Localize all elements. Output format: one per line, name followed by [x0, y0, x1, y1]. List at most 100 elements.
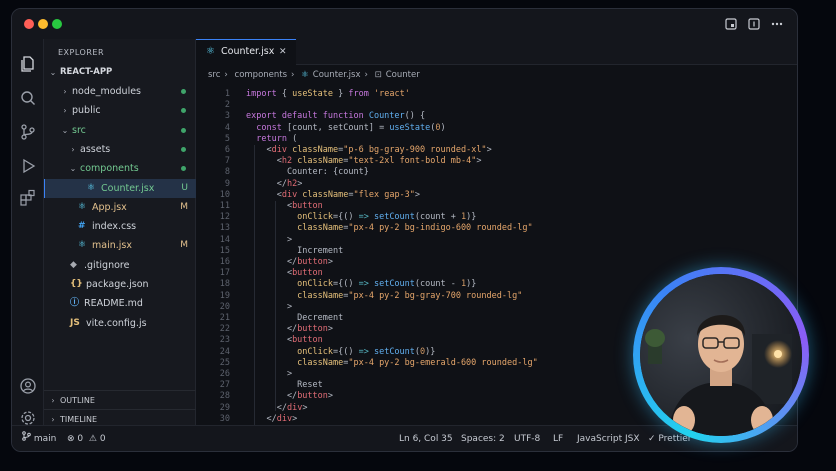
line-number: 22 — [219, 324, 230, 335]
line-number: 6 — [224, 145, 230, 155]
line-number: 16 — [219, 257, 230, 267]
layout-icon[interactable] — [724, 17, 738, 31]
tree-item-label: package.json — [86, 279, 149, 290]
tree-item-public[interactable]: › public — [44, 101, 196, 120]
code-line: 1 import { useState } from 'react' — [196, 89, 797, 100]
line-content: <button — [246, 201, 323, 211]
line-content: <div className="p-6 bg-gray-900 rounded-… — [246, 145, 492, 155]
line-content: </div> — [246, 402, 308, 413]
line-content: > — [246, 301, 293, 312]
javascript-icon: JS — [70, 317, 80, 328]
tree-item-label: public — [72, 105, 101, 117]
code-line: 2 — [196, 100, 797, 111]
tree-item-package-json[interactable]: {} package.json — [44, 275, 196, 294]
panel-icon[interactable] — [747, 17, 761, 31]
extensions-icon[interactable] — [19, 189, 37, 207]
line-content: const [count, setCount] = useState(0) — [256, 122, 446, 133]
source-control-icon[interactable] — [19, 123, 37, 141]
tree-item-index-css[interactable]: # index.css — [44, 217, 196, 236]
code-line: 4 const [count, setCount] = useState(0) — [196, 122, 797, 134]
tree-item-app-jsx[interactable]: ⚛ App.jsx M — [44, 198, 196, 217]
tree-item-label: README.md — [84, 298, 143, 310]
line-content: Reset — [246, 380, 323, 391]
close-icon[interactable]: ✕ — [279, 40, 287, 64]
code-line: 3 export default function Counter() { — [196, 111, 797, 122]
tab-counter-jsx[interactable]: ⚛ Counter.jsx ✕ — [196, 39, 296, 65]
line-number: 15 — [219, 245, 230, 256]
line-ending[interactable]: LF — [553, 426, 563, 451]
line-content: Decrement — [246, 313, 344, 323]
line-content: </h2> — [246, 178, 303, 189]
search-icon[interactable] — [19, 89, 37, 107]
tree-item-src[interactable]: ⌄ src — [44, 121, 196, 140]
outline-section[interactable]: › OUTLINE — [44, 390, 196, 409]
tree-item-label: assets — [80, 143, 111, 155]
react-icon: ⚛ — [78, 201, 87, 212]
tree-item-components[interactable]: ⌄ components — [44, 159, 196, 178]
close-window-button[interactable] — [24, 19, 34, 29]
tree-item-label: components — [80, 163, 139, 175]
tree-item-readme-md[interactable]: ⓘ README.md — [44, 294, 196, 313]
line-number: 29 — [219, 402, 230, 413]
line-number: 19 — [219, 290, 230, 301]
tree-item-counter-jsx[interactable]: ⚛ Counter.jsx U — [44, 178, 196, 198]
tree-item-node-modules[interactable]: › node_modules — [44, 82, 196, 101]
breadcrumb-file[interactable]: Counter.jsx — [313, 70, 361, 80]
indentation[interactable]: Spaces: 2 — [461, 426, 505, 451]
maximize-window-button[interactable] — [52, 19, 62, 29]
line-content: </button> — [246, 257, 334, 267]
language-mode[interactable]: JavaScript JSX — [577, 426, 640, 451]
line-number: 21 — [219, 313, 230, 323]
files-icon[interactable] — [19, 55, 37, 73]
tree-item-vite-config-js[interactable]: JS vite.config.js — [44, 314, 196, 333]
tree-item-main-jsx[interactable]: ⚛ main.jsx M — [44, 236, 196, 255]
line-content: return ( — [256, 133, 298, 144]
account-icon[interactable] — [19, 377, 37, 395]
git-status-dot — [181, 127, 186, 133]
more-icon[interactable] — [770, 17, 784, 31]
minimize-window-button[interactable] — [38, 19, 48, 29]
line-content: <div className="flex gap-3"> — [246, 189, 421, 200]
tree-item-label: App.jsx — [92, 201, 127, 213]
tree-item-label: index.css — [92, 221, 137, 233]
line-number: 30 — [219, 413, 230, 424]
react-icon: ⚛ — [78, 240, 87, 251]
line-number: 24 — [219, 346, 230, 357]
line-number: 14 — [219, 234, 230, 245]
breadcrumb-components[interactable]: components — [235, 70, 288, 80]
breadcrumb-symbol[interactable]: Counter — [386, 70, 420, 80]
chevron-right-icon: › — [63, 106, 67, 116]
component-symbol-icon: ⊡ — [374, 70, 382, 80]
git-status-dot — [181, 166, 186, 172]
tree-item-label: src — [72, 124, 86, 136]
tree-item-assets[interactable]: › assets — [44, 140, 196, 159]
tree-item--gitignore[interactable]: ◆ .gitignore — [44, 256, 196, 275]
cursor-position[interactable]: Ln 6, Col 35 — [399, 426, 453, 451]
run-debug-icon[interactable] — [19, 157, 37, 175]
line-content: onClick={() => setCount(0)} — [246, 346, 436, 357]
line-number: 27 — [219, 380, 230, 391]
code-line: 14 > — [196, 234, 797, 246]
line-number: 25 — [219, 357, 230, 368]
problems-indicator[interactable]: ⊗ 0 ⚠ 0 — [67, 426, 106, 451]
line-number: 13 — [219, 223, 230, 234]
encoding[interactable]: UTF-8 — [514, 426, 540, 451]
git-status-badge: M — [180, 240, 188, 251]
line-number: 3 — [224, 111, 230, 122]
info-icon: ⓘ — [70, 298, 80, 309]
branch-indicator[interactable]: main — [22, 426, 57, 451]
tree-item-label: node_modules — [72, 86, 142, 97]
code-line: 5 return ( — [196, 133, 797, 145]
line-content: </button> — [246, 324, 334, 335]
line-content: > — [246, 369, 293, 379]
code-line: 9 </h2> — [196, 178, 797, 190]
branch-name: main — [33, 434, 57, 444]
line-number: 5 — [224, 133, 230, 144]
project-name: REACT-APP — [60, 67, 113, 77]
chevron-right-icon: › — [71, 144, 75, 154]
line-content: </button> — [246, 391, 334, 402]
chevron-down-icon: ⌄ — [49, 68, 57, 77]
breadcrumb-src[interactable]: src — [208, 70, 220, 80]
git-status-badge: U — [181, 182, 188, 193]
project-root[interactable]: ⌄ REACT-APP — [44, 63, 196, 82]
